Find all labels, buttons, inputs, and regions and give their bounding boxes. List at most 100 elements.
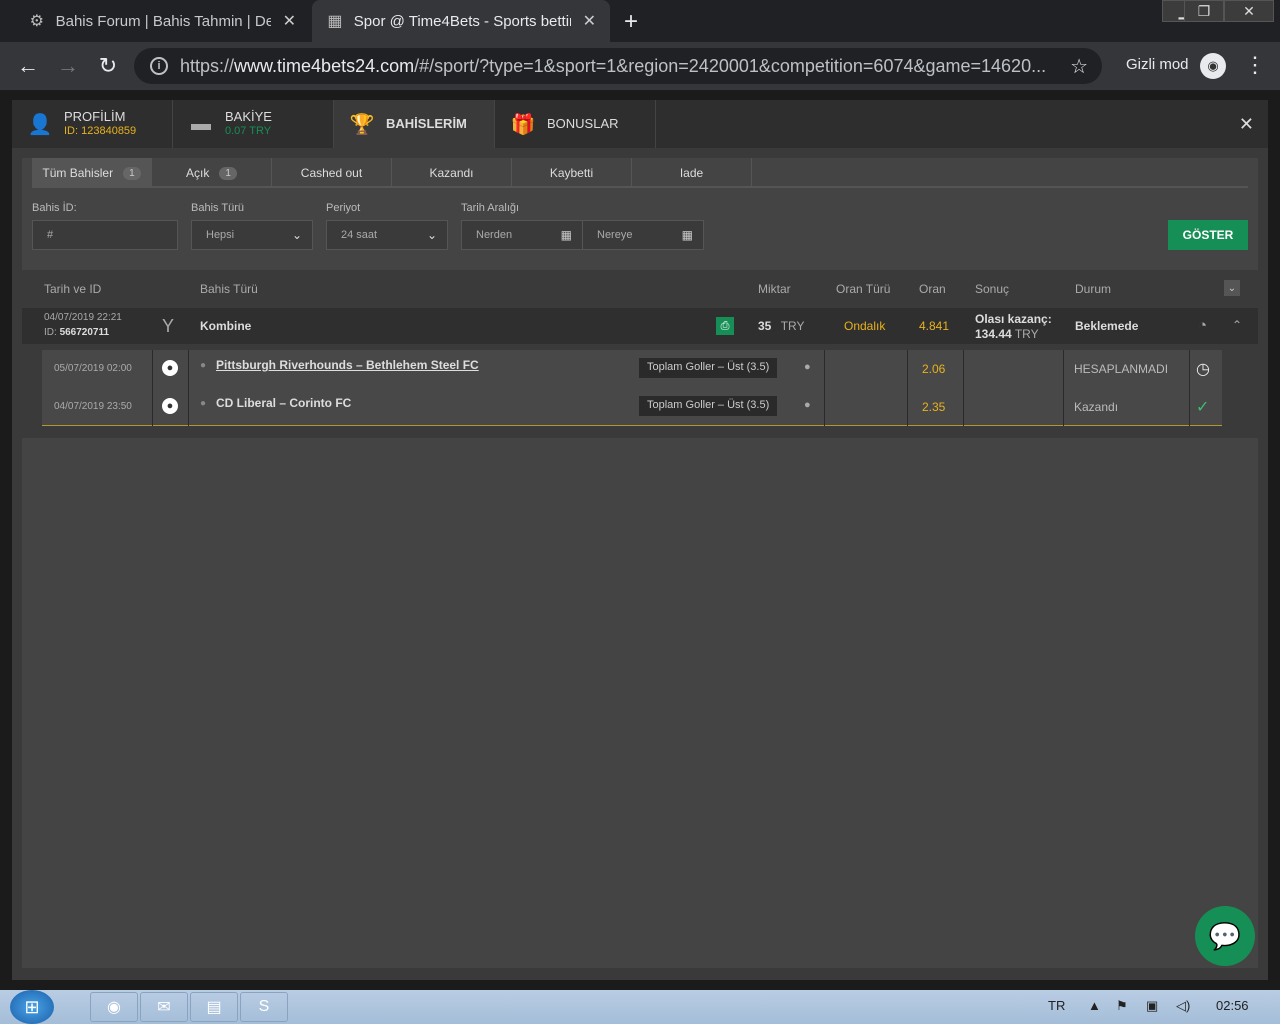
- divider: [152, 388, 153, 426]
- profile-id: ID: 123840859: [64, 125, 137, 137]
- tab-bonuses[interactable]: 🎁 BONUSLAR: [495, 100, 656, 148]
- selection-row[interactable]: 05/07/2019 02:00 ● ● Pittsburgh Riverhou…: [42, 350, 1222, 388]
- selection-date: 05/07/2019 02:00: [54, 363, 132, 374]
- tab-my-bets[interactable]: 🏆 BAHİSLERİM: [334, 100, 495, 148]
- selection-row[interactable]: 04/07/2019 23:50 ● ● CD Liberal – Corint…: [42, 388, 1222, 426]
- bet-odds: 4.841: [919, 319, 950, 333]
- calendar-icon[interactable]: ▦: [561, 228, 572, 242]
- browser-tab-2[interactable]: ▦ Spor @ Time4Bets - Sports bettin ✕: [312, 0, 610, 42]
- incognito-icon[interactable]: ◉: [1200, 53, 1226, 79]
- collapse-all-icon[interactable]: ⌄: [1224, 280, 1240, 296]
- outlook-taskbar-button[interactable]: ✉: [140, 992, 188, 1022]
- close-icon[interactable]: ✕: [583, 11, 596, 31]
- bet-date: 04/07/2019 22:21: [44, 312, 122, 323]
- divider: [1063, 350, 1064, 388]
- match-link[interactable]: CD Liberal – Corinto FC: [216, 396, 351, 410]
- close-window-button[interactable]: ✕: [1224, 0, 1274, 22]
- address-bar[interactable]: i https://www.time4bets24.com/#/sport/?t…: [134, 48, 1102, 84]
- volume-icon[interactable]: ◁): [1176, 998, 1190, 1014]
- odds-type: Ondalık: [844, 319, 886, 333]
- menu-icon[interactable]: ⋮: [1244, 52, 1266, 78]
- selection-date: 04/07/2019 23:50: [54, 401, 132, 412]
- skype-taskbar-button[interactable]: S: [240, 992, 288, 1022]
- tab-label: BAHİSLERİM: [386, 116, 467, 131]
- match-link[interactable]: Pittsburgh Riverhounds – Bethlehem Steel…: [216, 358, 479, 372]
- chevron-up-icon[interactable]: ⌃: [1232, 318, 1242, 332]
- back-icon[interactable]: ←: [14, 52, 42, 80]
- forward-icon[interactable]: →: [54, 52, 82, 80]
- chrome-taskbar-button[interactable]: ◉: [90, 992, 138, 1022]
- info-icon[interactable]: i: [150, 57, 168, 75]
- divider: [152, 350, 153, 388]
- header-bet-type: Bahis Türü: [200, 282, 258, 296]
- reload-icon[interactable]: ↻: [94, 52, 122, 80]
- bets-panel: Tüm Bahisler 1 Açık 1 Cashed out Kazandı K…: [22, 158, 1258, 968]
- tray-expand-icon[interactable]: ▲: [1088, 998, 1101, 1013]
- divider: [963, 350, 964, 388]
- network-icon[interactable]: ▣: [1146, 998, 1158, 1014]
- explorer-taskbar-button[interactable]: ▤: [190, 992, 238, 1022]
- modal-tabs: 👤 PROFİLİM ID: 123840859 ▬ BAKİYE 0.07 T…: [12, 100, 1268, 148]
- calendar-icon[interactable]: ▦: [682, 228, 693, 242]
- divider: [1063, 388, 1064, 426]
- language-indicator[interactable]: TR: [1048, 998, 1065, 1013]
- start-button[interactable]: ⊞: [10, 990, 54, 1024]
- browser-tab-1[interactable]: ⚙ Bahis Forum | Bahis Tahmin | Den ✕: [14, 0, 310, 42]
- new-tab-button[interactable]: +: [624, 8, 638, 36]
- flag-icon[interactable]: ⚑: [1116, 998, 1128, 1014]
- header-date-id: Tarih ve ID: [44, 282, 102, 296]
- chat-button[interactable]: 💬: [1195, 906, 1255, 966]
- info-icon[interactable]: ●: [804, 361, 811, 373]
- bookmark-star-icon[interactable]: ☆: [1070, 54, 1088, 79]
- bet-id: ID: 566720711: [44, 327, 110, 338]
- subtab-won[interactable]: Kazandı: [392, 158, 512, 188]
- selection-status: Kazandı: [1074, 400, 1119, 414]
- bet-amount: 35 TRY: [758, 319, 805, 333]
- account-modal: 👤 PROFİLİM ID: 123840859 ▬ BAKİYE 0.07 T…: [12, 100, 1268, 980]
- subtab-refund[interactable]: Iade: [632, 158, 752, 188]
- header-result: Sonuç: [975, 282, 1010, 296]
- selection-odds: 2.35: [922, 400, 946, 414]
- selection-status: HESAPLANMADI: [1074, 362, 1169, 376]
- chevron-down-icon: ⌄: [291, 228, 302, 242]
- show-button[interactable]: GÖSTER: [1168, 220, 1248, 250]
- date-range-label: Tarih Aralığı: [461, 202, 520, 214]
- divider: [188, 350, 189, 388]
- subtab-lost[interactable]: Kaybetti: [512, 158, 632, 188]
- print-icon[interactable]: ⎙: [716, 317, 734, 335]
- header-odds-type: Oran Türü: [836, 282, 891, 296]
- date-from-input[interactable]: Nerden ▦: [461, 220, 583, 250]
- info-icon[interactable]: ●: [804, 399, 811, 411]
- bullet: ●: [200, 398, 207, 409]
- clock-time[interactable]: 02:56: [1216, 998, 1249, 1013]
- user-icon: 👤: [27, 113, 53, 136]
- tab-balance[interactable]: ▬ BAKİYE 0.07 TRY: [173, 100, 334, 148]
- divider: [907, 350, 908, 388]
- divider: [1189, 388, 1190, 426]
- tab-title: Bahis Forum | Bahis Tahmin | Den: [55, 12, 271, 30]
- tab-profile[interactable]: 👤 PROFİLİM ID: 123840859: [12, 100, 173, 148]
- subtab-open[interactable]: Açık 1: [152, 158, 272, 188]
- bet-id-input[interactable]: #: [32, 220, 178, 250]
- header-odds: Oran: [919, 282, 946, 296]
- subtab-all[interactable]: Tüm Bahisler 1: [32, 158, 152, 188]
- bet-type-select[interactable]: Hepsi ⌄: [191, 220, 313, 250]
- gift-icon: 🎁: [510, 113, 536, 136]
- subtab-cashed-out[interactable]: Cashed out: [272, 158, 392, 188]
- folder-icon: ▤: [206, 999, 222, 1016]
- close-icon[interactable]: ✕: [283, 11, 296, 31]
- skype-icon: S: [258, 998, 270, 1015]
- close-icon[interactable]: ✕: [1239, 114, 1254, 135]
- divider: [963, 388, 964, 426]
- gear-icon: ⚙: [29, 13, 44, 30]
- market-badge: Toplam Goller – Üst (3.5): [639, 396, 778, 416]
- table-row[interactable]: 04/07/2019 22:21 ID: 566720711 Y Kombine…: [22, 308, 1258, 344]
- period-select[interactable]: 24 saat ⌄: [326, 220, 448, 250]
- divider: [824, 388, 825, 426]
- date-to-input[interactable]: Nereye ▦: [582, 220, 704, 250]
- chat-icon: 💬: [1208, 920, 1242, 951]
- chrome-icon: ◉: [107, 999, 121, 1016]
- divider: [907, 388, 908, 426]
- maximize-button[interactable]: ❐: [1184, 0, 1224, 22]
- combo-icon: Y: [162, 316, 175, 336]
